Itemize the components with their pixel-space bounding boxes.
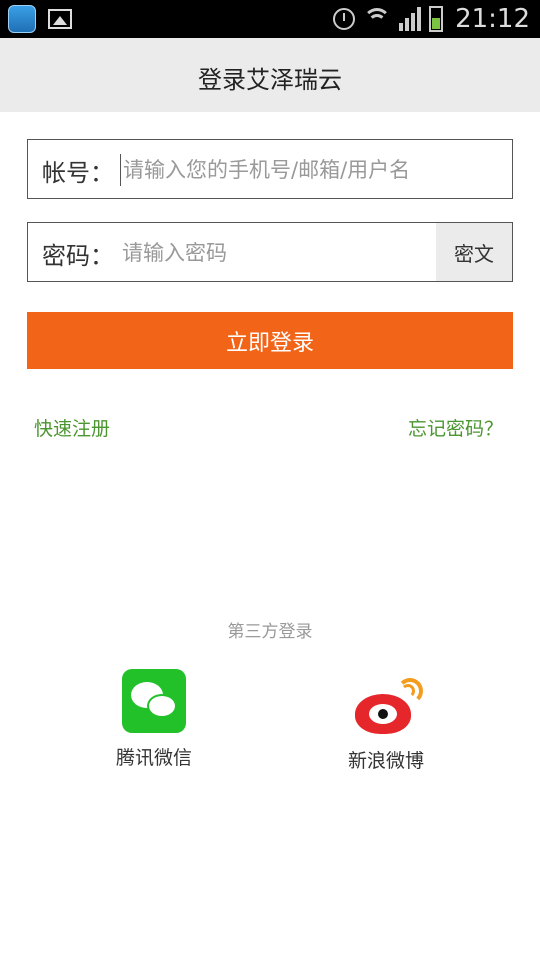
account-label: 帐号： xyxy=(42,159,114,187)
status-time: 21:12 xyxy=(455,4,530,34)
wechat-icon xyxy=(122,669,186,733)
password-input[interactable] xyxy=(120,237,424,269)
app-notification-icon xyxy=(8,5,36,33)
password-label: 密码： xyxy=(42,242,114,270)
password-visibility-toggle[interactable]: 密文 xyxy=(436,223,512,281)
password-field[interactable]: 密码： 密文 xyxy=(27,222,513,282)
weibo-label: 新浪微博 xyxy=(347,750,424,772)
title-bar: 登录艾泽瑞云 xyxy=(0,38,540,112)
third-party-login-label: 第三方登录 xyxy=(227,622,313,642)
weibo-login-button[interactable]: 新浪微博 xyxy=(322,674,450,773)
wechat-login-button[interactable]: 腾讯微信 xyxy=(90,669,218,770)
register-link[interactable]: 快速注册 xyxy=(34,414,110,441)
page-title: 登录艾泽瑞云 xyxy=(198,66,342,94)
signal-icon xyxy=(399,7,422,31)
wechat-label: 腾讯微信 xyxy=(115,747,192,769)
forgot-password-link[interactable]: 忘记密码？ xyxy=(408,414,503,441)
account-input[interactable] xyxy=(120,154,505,186)
battery-icon xyxy=(429,6,444,32)
status-bar: 21:12 xyxy=(0,0,540,38)
wifi-icon xyxy=(363,6,392,32)
account-field[interactable]: 帐号： xyxy=(27,139,513,199)
login-button[interactable]: 立即登录 xyxy=(27,312,513,369)
gallery-notification-icon xyxy=(48,9,72,29)
alarm-icon xyxy=(333,8,356,30)
weibo-icon xyxy=(351,674,423,736)
